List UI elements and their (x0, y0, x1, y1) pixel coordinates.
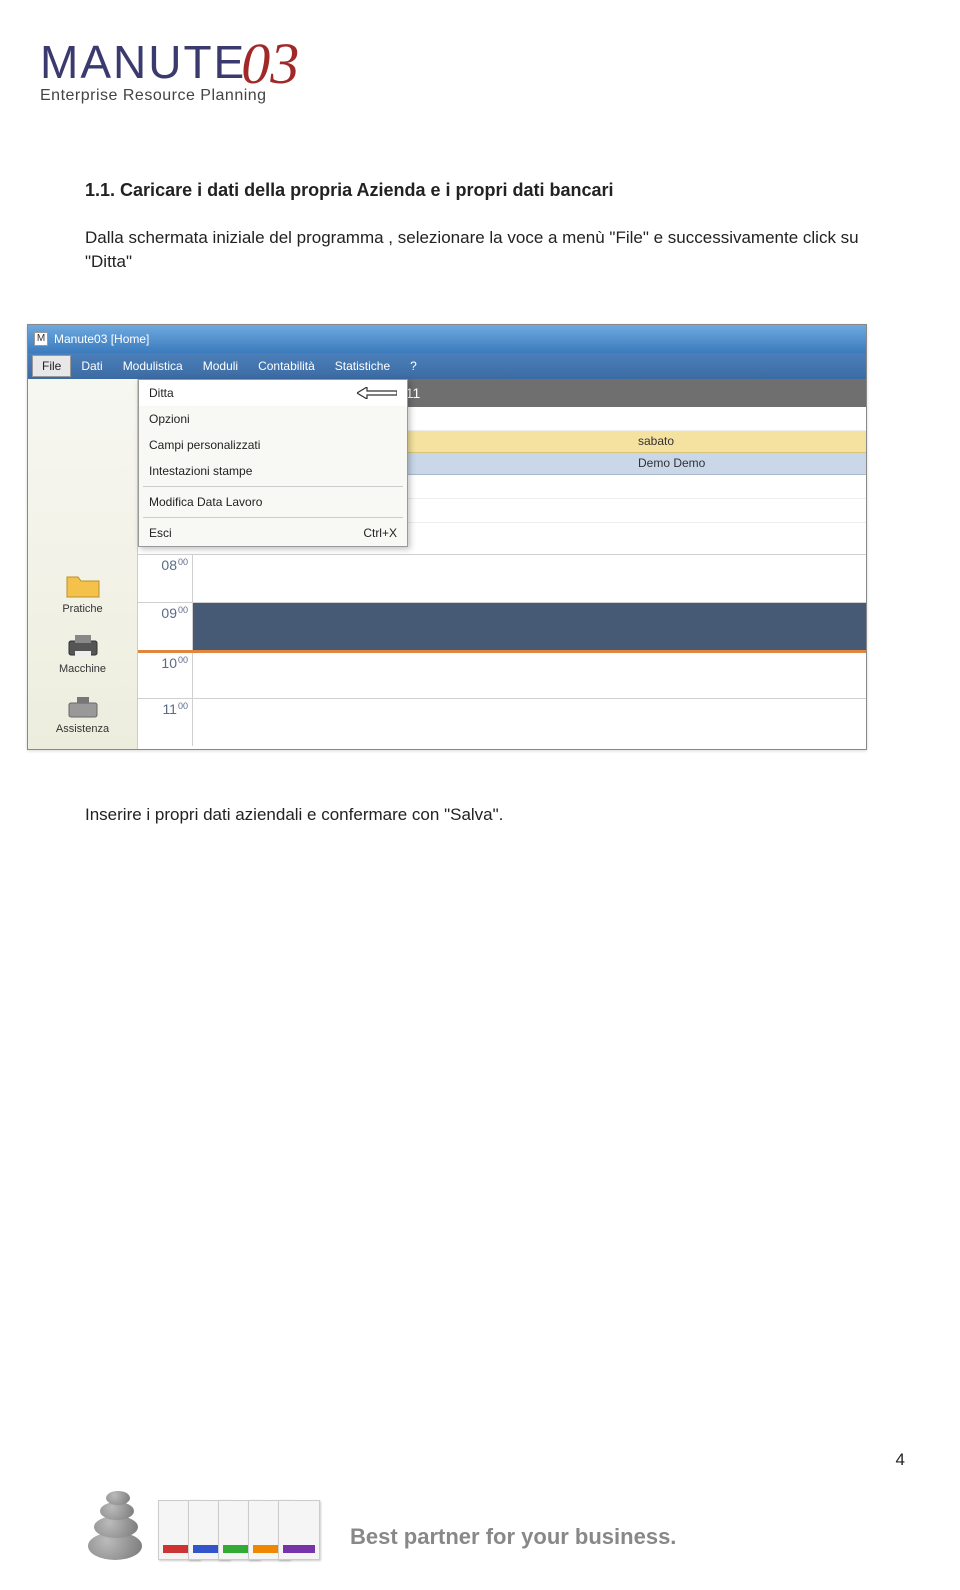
section-number: 1.1. (85, 180, 115, 200)
dropdown-separator (143, 486, 403, 487)
dropdown-label: Esci (149, 526, 172, 540)
folder-icon (65, 571, 101, 601)
app-body: Pratiche Macchine Assistenza (28, 379, 866, 749)
menu-file[interactable]: File (32, 355, 71, 377)
time-row-08: 0800 (138, 554, 866, 602)
app-screenshot: M Manute03 [Home] File Dati Modulistica … (27, 324, 867, 750)
dropdown-item-ditta[interactable]: Ditta (139, 380, 407, 406)
dropdown-item-opzioni[interactable]: Opzioni (139, 406, 407, 432)
menu-help[interactable]: ? (400, 355, 427, 377)
timeslot-area: 0800 0900 1000 1100 (138, 554, 866, 746)
time-body[interactable] (193, 699, 866, 746)
logo-suffix: 03 (241, 31, 299, 96)
sidebar-item-macchine[interactable]: Macchine (28, 631, 137, 675)
printer-icon (65, 631, 101, 661)
section-heading: Caricare i dati della propria Azienda e … (120, 180, 613, 200)
time-body[interactable] (193, 603, 866, 650)
dropdown-label: Ditta (149, 386, 174, 400)
window-titlebar: M Manute03 [Home] (28, 325, 866, 353)
dropdown-item-modifica-data[interactable]: Modifica Data Lavoro (139, 489, 407, 515)
sidebar-label: Assistenza (56, 723, 109, 735)
logo-subtitle: Enterprise Resource Planning (40, 87, 420, 105)
sidebar-item-pratiche[interactable]: Pratiche (28, 571, 137, 615)
lower-instruction: Inserire i propri dati aziendali e confe… (85, 805, 900, 825)
document-content: 1.1. Caricare i dati della propria Azien… (85, 180, 900, 825)
brand-logo: MANUTE03 Enterprise Resource Planning (40, 25, 420, 105)
sidebar: Pratiche Macchine Assistenza (28, 379, 138, 749)
sidebar-label: Pratiche (62, 603, 102, 615)
menubar: File Dati Modulistica Moduli Contabilità… (28, 353, 866, 379)
app-icon: M (34, 332, 48, 346)
dropdown-label: Campi personalizzati (149, 438, 260, 452)
day-label: sabato (638, 434, 674, 448)
footer-tagline: Best partner for your business. (350, 1524, 676, 1550)
box-icon (278, 1500, 320, 1560)
arrow-pointer-icon (357, 387, 397, 399)
logo-text: MANUTE (40, 36, 246, 88)
dropdown-shortcut: Ctrl+X (363, 526, 397, 540)
sidebar-item-assistenza[interactable]: Assistenza (28, 691, 137, 735)
time-label: 1100 (138, 699, 193, 746)
page-number: 4 (896, 1450, 905, 1470)
menu-moduli[interactable]: Moduli (193, 355, 248, 377)
product-boxes (170, 1500, 320, 1560)
stones-image (70, 1470, 160, 1560)
section-body: Dalla schermata iniziale del programma ,… (85, 226, 900, 274)
dropdown-item-esci[interactable]: Esci Ctrl+X (139, 520, 407, 546)
window-title: Manute03 [Home] (54, 332, 149, 346)
main-area: Ditta Opzioni Campi personalizzati Intes… (138, 379, 866, 749)
time-body[interactable] (193, 653, 866, 698)
dropdown-label: Opzioni (149, 412, 190, 426)
time-label: 0900 (138, 603, 193, 650)
time-row-10: 1000 (138, 650, 866, 698)
sidebar-label: Macchine (59, 663, 106, 675)
time-body[interactable] (193, 555, 866, 602)
dropdown-separator (143, 517, 403, 518)
user-label: Demo Demo (638, 456, 705, 470)
dropdown-item-intestazioni[interactable]: Intestazioni stampe (139, 458, 407, 484)
dropdown-label: Modifica Data Lavoro (149, 495, 262, 509)
time-row-11: 1100 (138, 698, 866, 746)
menu-contabilita[interactable]: Contabilità (248, 355, 325, 377)
time-label: 1000 (138, 653, 193, 698)
menu-statistiche[interactable]: Statistiche (325, 355, 400, 377)
toolbox-icon (65, 691, 101, 721)
section-title: 1.1. Caricare i dati della propria Azien… (85, 180, 900, 201)
file-dropdown: Ditta Opzioni Campi personalizzati Intes… (138, 379, 408, 547)
time-label: 0800 (138, 555, 193, 602)
time-row-09: 0900 (138, 602, 866, 650)
footer: Best partner for your business. (70, 1470, 920, 1560)
menu-dati[interactable]: Dati (71, 355, 112, 377)
dropdown-item-campi[interactable]: Campi personalizzati (139, 432, 407, 458)
menu-modulistica[interactable]: Modulistica (113, 355, 193, 377)
dropdown-label: Intestazioni stampe (149, 464, 252, 478)
